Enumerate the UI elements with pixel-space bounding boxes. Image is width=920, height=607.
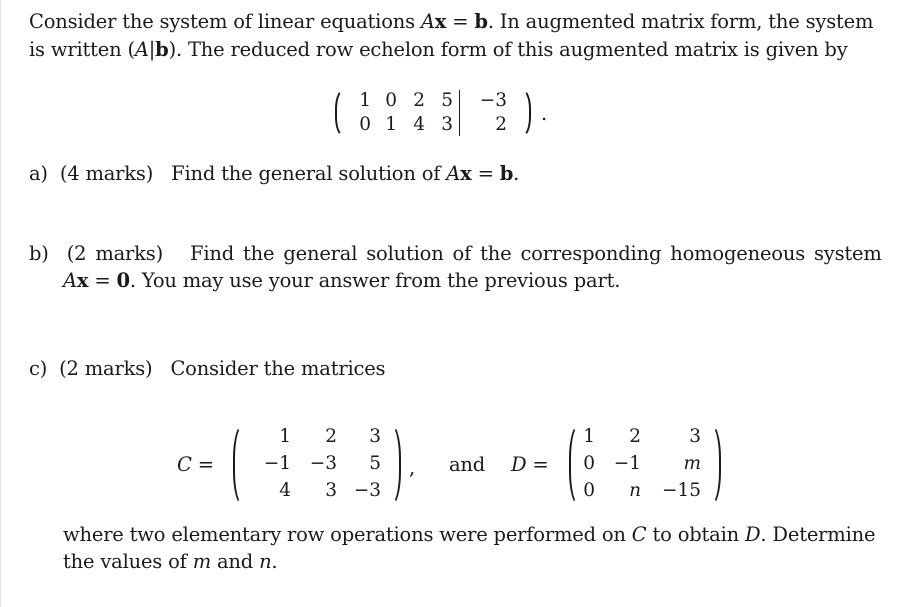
matrix-cell: −1 xyxy=(263,453,291,474)
part-c-marks: (2 marks) xyxy=(59,357,153,380)
matrix-cell: 3 xyxy=(369,426,381,447)
matrix-rhs-cell: 2 xyxy=(495,114,507,135)
matrix-cell: −3 xyxy=(309,453,337,474)
matrix-cell: −1 xyxy=(613,453,641,474)
matrix-cell-variable-n: n xyxy=(629,480,641,501)
rref-augmented-matrix: 1 0 2 5 0 1 4 3 −3 2 xyxy=(335,88,531,138)
intro-line-1: Consider the system of linear equations … xyxy=(29,10,874,33)
part-a-label: a) xyxy=(29,162,48,185)
and-text: and xyxy=(449,453,486,476)
intro-line-2: is written (A|b). The reduced row echelo… xyxy=(29,38,848,61)
matrix-cell: −15 xyxy=(661,480,701,501)
part-b-line-1: b) (2 marks) Find the general solution o… xyxy=(29,242,882,265)
matrix-cell: 3 xyxy=(325,480,337,501)
matrix-cell: −3 xyxy=(353,480,381,501)
matrix-cell: 0 xyxy=(385,90,397,111)
matrix-c-label: C = xyxy=(177,453,214,476)
matrix-cell: 0 xyxy=(583,453,595,474)
matrix-period: . xyxy=(541,102,547,125)
matrix-cell: 3 xyxy=(689,426,701,447)
part-a: a) (4 marks) Find the general solution o… xyxy=(29,162,520,185)
exam-question-page: Consider the system of linear equations … xyxy=(0,0,920,607)
matrix-cell: 1 xyxy=(385,114,397,135)
matrix-cell: 1 xyxy=(359,90,371,111)
part-c-label: c) xyxy=(29,357,48,380)
matrix-cell: 5 xyxy=(369,453,381,474)
matrix-d-label: D = xyxy=(511,453,549,476)
matrix-cell: 2 xyxy=(325,426,337,447)
matrix-cell: 1 xyxy=(279,426,291,447)
part-b-line-2: Ax = 0. You may use your answer from the… xyxy=(63,269,621,292)
matrix-cell: 4 xyxy=(279,480,291,501)
matrix-cell-variable-m: m xyxy=(683,453,701,474)
part-b-marks: (2 marks) xyxy=(66,242,163,265)
matrix-d: 1 2 3 0 −1 m 0 n −15 xyxy=(569,424,721,506)
matrix-cell: 5 xyxy=(441,90,453,111)
part-c-closing-line-1: where two elementary row operations were… xyxy=(63,523,876,546)
matrix-cell: 2 xyxy=(413,90,425,111)
matrix-cell: 4 xyxy=(413,114,425,135)
matrix-comma: , xyxy=(409,456,415,479)
part-c-heading: c) (2 marks) Consider the matrices xyxy=(29,357,386,380)
matrix-cell: 1 xyxy=(583,426,595,447)
matrix-rhs-cell: −3 xyxy=(479,90,507,111)
augment-divider xyxy=(459,90,460,136)
part-a-marks: (4 marks) xyxy=(59,162,154,185)
part-b-label: b) xyxy=(29,242,49,265)
matrix-cell: 3 xyxy=(441,114,453,135)
matrix-cell: 0 xyxy=(583,480,595,501)
matrix-cell: 0 xyxy=(359,114,371,135)
part-c-closing-line-2: the values of m and n. xyxy=(63,550,278,573)
matrix-cell: 2 xyxy=(629,426,641,447)
matrix-c: 1 2 3 −1 −3 5 4 3 −3 xyxy=(233,424,401,506)
